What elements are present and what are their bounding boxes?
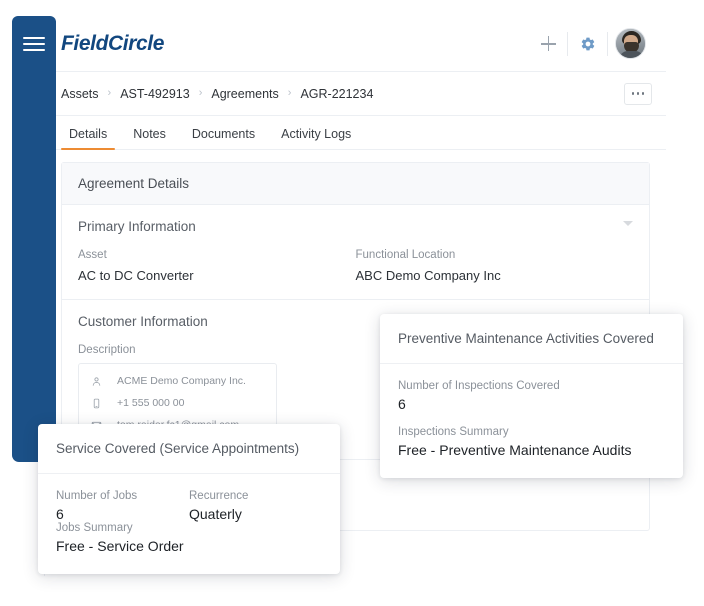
field-functional-location: Functional Location ABC Demo Company Inc	[356, 249, 634, 283]
hamburger-bar	[23, 37, 45, 39]
user-avatar-image	[614, 28, 646, 59]
field-asset: Asset AC to DC Converter	[78, 249, 356, 283]
hamburger-bar	[23, 49, 45, 51]
breadcrumb-item-agreements[interactable]: Agreements	[211, 87, 278, 101]
settings-button[interactable]	[568, 16, 608, 72]
tab-bar: Details Notes Documents Activity Logs	[45, 116, 666, 150]
popover-body-preventive-maintenance: Number of Inspections Covered 6 Inspecti…	[380, 364, 683, 478]
gear-icon	[581, 37, 595, 50]
person-icon	[91, 376, 107, 387]
hamburger-bar	[23, 43, 45, 45]
contact-row-company: ACME Demo Company Inc.	[91, 375, 264, 387]
field-label-asset: Asset	[78, 249, 107, 261]
add-button[interactable]	[528, 16, 568, 72]
popover-service-covered: Service Covered (Service Appointments) N…	[38, 424, 340, 574]
tab-activity-logs[interactable]: Activity Logs	[273, 127, 359, 149]
service-covered-column-left: Number of Jobs 6	[56, 490, 189, 522]
breadcrumb-separator-icon: ›	[107, 87, 112, 99]
popover-title-preventive-maintenance: Preventive Maintenance Activities Covere…	[380, 314, 683, 364]
breadcrumb-separator-icon: ›	[198, 87, 203, 99]
label-recurrence: Recurrence	[189, 490, 249, 502]
mobile-phone-icon	[91, 398, 107, 409]
label-number-of-inspections-covered: Number of Inspections Covered	[398, 380, 560, 392]
tab-details[interactable]: Details	[61, 127, 116, 150]
contact-company: ACME Demo Company Inc.	[117, 375, 246, 387]
avatar-body	[618, 51, 644, 58]
label-jobs-summary: Jobs Summary	[56, 522, 133, 534]
card-title: Agreement Details	[62, 163, 649, 205]
breadcrumb-item-assets[interactable]: Assets	[61, 87, 99, 101]
value-jobs-summary: Free - Service Order	[56, 538, 184, 554]
chevron-down-icon[interactable]	[623, 221, 633, 226]
value-number-of-inspections-covered: 6	[398, 396, 406, 412]
section-primary-information: Primary Information Asset AC to DC Conve…	[62, 205, 649, 300]
tab-documents[interactable]: Documents	[184, 127, 263, 149]
breadcrumb-item-agreement-id: AGR-221234	[300, 86, 374, 101]
field-value-asset: AC to DC Converter	[78, 268, 194, 283]
top-bar-actions	[528, 16, 652, 71]
value-recurrence: Quaterly	[189, 506, 242, 522]
value-number-of-jobs: 6	[56, 506, 64, 522]
label-number-of-jobs: Number of Jobs	[56, 490, 138, 502]
top-bar: FieldCircle	[45, 16, 666, 72]
section-title-primary-information: Primary Information	[78, 219, 196, 234]
breadcrumb: Assets › AST-492913 › Agreements › AGR-2…	[61, 87, 373, 101]
contact-row-phone: +1 555 000 00	[91, 397, 264, 409]
service-covered-column-right: Recurrence Quaterly	[189, 490, 322, 522]
contact-phone: +1 555 000 00	[117, 397, 185, 409]
ellipsis-dot	[631, 92, 635, 95]
hamburger-icon[interactable]	[23, 37, 45, 53]
more-options-button[interactable]	[624, 82, 652, 105]
breadcrumb-bar: Assets › AST-492913 › Agreements › AGR-2…	[45, 72, 666, 116]
popover-preventive-maintenance: Preventive Maintenance Activities Covere…	[380, 314, 683, 478]
value-inspections-summary: Free - Preventive Maintenance Audits	[398, 442, 632, 458]
popover-body-service-covered: Number of Jobs 6 Recurrence Quaterly Job…	[38, 474, 340, 574]
field-label-functional-location: Functional Location	[355, 249, 456, 261]
sidebar	[12, 16, 56, 462]
field-value-functional-location: ABC Demo Company Inc	[355, 268, 501, 283]
breadcrumb-separator-icon: ›	[287, 87, 292, 99]
breadcrumb-item-asset-id[interactable]: AST-492913	[120, 87, 190, 101]
app-screenshot: FieldCircle Assets › AST-492913 › Agreem…	[0, 0, 704, 606]
avatar[interactable]	[608, 16, 652, 72]
label-inspections-summary: Inspections Summary	[398, 426, 509, 438]
popover-title-service-covered: Service Covered (Service Appointments)	[38, 424, 340, 474]
tab-notes[interactable]: Notes	[125, 127, 174, 149]
app-logo[interactable]: FieldCircle	[61, 32, 164, 56]
ellipsis-dot	[636, 92, 640, 95]
ellipsis-dot	[641, 92, 645, 95]
primary-information-fields: Asset AC to DC Converter Functional Loca…	[78, 249, 633, 283]
plus-icon	[540, 36, 556, 51]
service-covered-columns: Number of Jobs 6 Recurrence Quaterly	[56, 490, 322, 522]
